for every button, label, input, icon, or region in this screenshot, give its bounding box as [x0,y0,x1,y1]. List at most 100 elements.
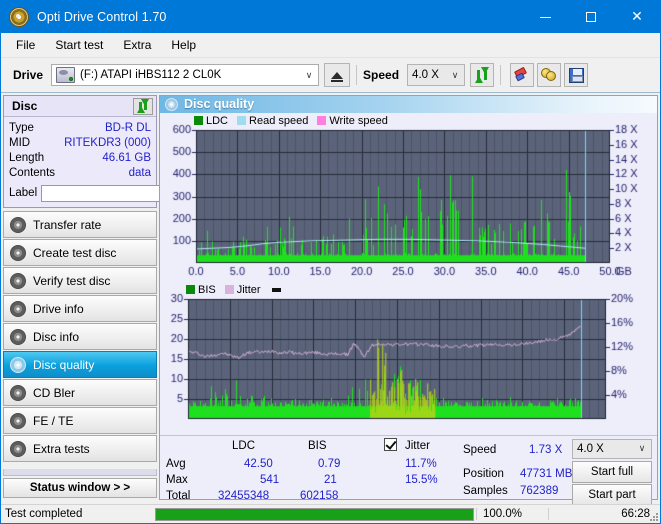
menu-extra[interactable]: Extra [114,35,160,55]
test-speed-value: 4.0 X [577,442,604,455]
stats-samples-value: 762389 [520,484,559,497]
bis-chart-legend: BIS Jitter [186,284,281,296]
disc-row-value: data [128,166,151,179]
start-part-button[interactable]: Start part [572,483,652,506]
disc-row-key: MID [9,136,31,149]
title-bar: Opti Drive Control 1.70 ✕ [1,1,660,33]
close-icon: ✕ [631,9,643,25]
drive-select[interactable]: (F:) ATAPI iHBS112 2 CL0K ∨ [51,64,320,86]
ldc-chart-canvas[interactable] [160,112,656,283]
disc-refresh-button[interactable] [133,97,153,115]
disc-row-length: Length 46.61 GB [9,150,151,165]
disc-row-value: RITEKDR3 (000) [64,136,151,149]
stats-speed-value: 1.73 X [529,443,563,456]
sidebar-item-create-test-disc[interactable]: Create test disc [3,239,157,266]
legend-label-read-speed: Read speed [249,114,309,127]
stats-samples-label: Samples [463,484,508,497]
disc-icon [10,356,26,373]
eject-button[interactable] [324,63,351,87]
sidebar-item-label: Verify test disc [33,273,111,288]
stats-header-jitter: Jitter [405,439,430,452]
stats-row-total-ldc: 32455348 [218,489,270,502]
checkbox-icon [384,437,397,451]
sidebar-item-cd-bler[interactable]: CD Bler [3,379,157,406]
maximize-button[interactable] [568,1,614,33]
maximize-icon [586,12,596,22]
sidebar-item-label: Disc quality [33,357,95,372]
start-full-button[interactable]: Start full [572,460,652,483]
stats-row-max-jitter: 15.5% [405,473,438,486]
discs-button[interactable] [537,63,562,87]
toolbar-separator-1 [356,65,358,85]
disc-info-title: Disc [12,99,38,113]
resize-grip[interactable] [648,511,658,521]
refresh-icon [474,67,490,83]
sidebar-item-verify-test-disc[interactable]: Verify test disc [3,267,157,294]
status-bar: Test completed 100.0% 66:28 [1,504,660,523]
disc-info-header: Disc [4,96,156,117]
menu-file[interactable]: File [7,35,44,55]
charts-area: LDC Read speed Write speed BIS Jitter [160,112,657,435]
disc-icon [10,440,26,457]
sidebar-spacer [3,469,157,476]
sidebar-item-extra-tests[interactable]: Extra tests [3,435,157,462]
disc-row-key: Contents [9,166,56,179]
application-window: Opti Drive Control 1.70 ✕ File Start tes… [0,0,661,524]
legend-label-bis: BIS [198,283,216,296]
save-button[interactable] [564,63,589,87]
window-controls: ✕ [522,1,660,33]
window-title: Opti Drive Control 1.70 [37,10,167,24]
disc-row-value: BD-R DL [104,121,151,134]
legend-marker-extra [271,287,281,292]
disc-icon [10,412,26,429]
sidebar-item-label: CD Bler [33,385,76,400]
stats-row-avg-jitter: 11.7% [405,457,437,470]
main-content: Disc Type BD-R DL MID RITEKDR3 (000) Len… [1,93,660,506]
menu-bar: File Start test Extra Help [1,33,660,58]
disc-icon [10,244,26,261]
page-title: Disc quality [184,97,255,112]
disc-row-mid: MID RITEKDR3 (000) [9,135,151,150]
chevron-down-icon: ∨ [638,443,646,454]
menu-start-test[interactable]: Start test [46,35,112,55]
disc-info-box: Disc Type BD-R DL MID RITEKDR3 (000) Len… [3,95,208,208]
menu-help[interactable]: Help [162,35,205,55]
bis-chart-canvas[interactable] [160,282,656,435]
drive-select-value: (F:) ATAPI iHBS112 2 CL0K [80,69,222,81]
progress-percent: 100.0% [476,508,548,520]
sidebar-item-disc-quality[interactable]: Disc quality [3,351,157,378]
stats-speed-label: Speed [463,443,497,456]
test-speed-select[interactable]: 4.0 X ∨ [572,438,652,459]
stats-row-avg-ldc: 42.50 [244,457,273,470]
disc-icon [10,328,26,345]
refresh-icon [136,99,150,113]
jitter-checkbox[interactable] [384,437,397,452]
sidebar-item-disc-info[interactable]: Disc info [3,323,157,350]
legend-swatch-write-speed [317,116,327,126]
stats-row-total-name: Total [166,489,191,502]
stats-header-bis: BIS [308,439,327,452]
chevron-down-icon: ∨ [451,69,459,80]
eject-icon [331,71,344,82]
minimize-button[interactable] [522,1,568,33]
progress-bar-fill [156,508,473,520]
status-window-button[interactable]: Status window > > [3,478,157,498]
legend-label-ldc: LDC [206,114,229,127]
refresh-button[interactable] [470,63,495,87]
app-disc-icon [9,7,29,27]
sidebar-item-label: Disc info [33,329,80,344]
speed-select-value: 4.0 X [412,69,439,81]
sidebar-item-label: Create test disc [33,245,117,260]
stats-header-ldc: LDC [232,439,256,452]
disc-icon [10,272,26,289]
sidebar-item-fe-te[interactable]: FE / TE [3,407,157,434]
sidebar-item-drive-info[interactable]: Drive info [3,295,157,322]
disc-icon [10,216,26,233]
disc-label-row: Label [9,183,208,203]
stats-row-max-bis: 21 [324,473,337,486]
disc-icon [10,300,26,317]
sidebar-item-transfer-rate[interactable]: Transfer rate [3,211,157,238]
close-button[interactable]: ✕ [614,1,660,33]
speed-select[interactable]: 4.0 X ∨ [407,64,466,86]
erase-button[interactable] [510,63,535,87]
